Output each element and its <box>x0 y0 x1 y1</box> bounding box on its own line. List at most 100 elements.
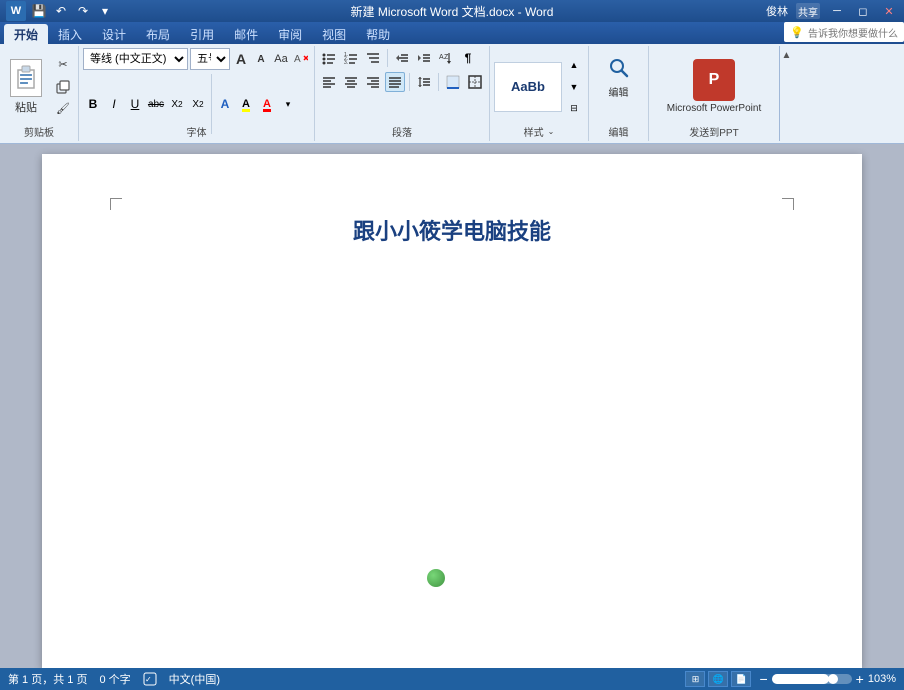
tab-view[interactable]: 视图 <box>312 24 356 44</box>
tab-layout[interactable]: 布局 <box>136 24 180 44</box>
word-count: 0 个字 <box>99 671 130 687</box>
spell-check-icon[interactable]: ✓ <box>143 672 157 686</box>
align-right-btn[interactable] <box>363 72 383 92</box>
undo-quick-btn[interactable]: ↶ <box>52 2 70 20</box>
svg-text:3.: 3. <box>344 60 348 65</box>
paste-icon <box>10 59 42 97</box>
title-bar: W 💾 ↶ ↷ ▾ 新建 Microsoft Word 文档.docx - Wo… <box>0 0 904 22</box>
document-page[interactable]: 跟小小筱学电脑技能 <box>42 154 862 668</box>
borders-btn[interactable] <box>465 72 485 92</box>
ppt-btn[interactable]: P Microsoft PowerPoint <box>667 59 761 114</box>
ppt-label: Microsoft PowerPoint <box>667 103 761 114</box>
strikethrough-btn[interactable]: abc <box>146 94 166 114</box>
zoom-slider[interactable] <box>772 674 852 684</box>
window-title: 新建 Microsoft Word 文档.docx - Word <box>351 3 554 20</box>
justify-btn[interactable] <box>385 72 405 92</box>
user-name: 俊林 <box>766 3 788 19</box>
bold-btn[interactable]: B <box>83 94 103 114</box>
para-divider2 <box>409 73 410 91</box>
word-icon: W <box>6 1 26 21</box>
share-btn[interactable]: 共享 <box>796 3 820 19</box>
styles-expand-icon[interactable]: ⌄ <box>548 127 555 136</box>
clipboard-group: 粘贴 ✂ 🖌 剪贴板 <box>0 46 79 141</box>
tab-help[interactable]: 帮助 <box>356 24 400 44</box>
font-size-select[interactable]: 五号 <box>190 48 230 70</box>
tab-home[interactable]: 开始 <box>4 24 48 44</box>
text-effect-btn[interactable]: A <box>215 94 235 114</box>
clear-format-btn[interactable]: A <box>292 50 310 68</box>
italic-btn[interactable]: I <box>104 94 124 114</box>
styles-more-btn[interactable]: ⊟ <box>564 99 584 119</box>
align-center-btn[interactable] <box>341 72 361 92</box>
read-view-btn[interactable]: 📄 <box>731 671 751 687</box>
zoom-out-btn[interactable]: − <box>759 671 767 687</box>
align-left-btn[interactable] <box>319 72 339 92</box>
font-row1: 等线 (中文正文) 五号 A A Aa A <box>83 48 310 72</box>
grow-font-btn[interactable]: A <box>232 50 250 68</box>
styles-up-btn[interactable]: ▲ <box>564 55 584 75</box>
font-label: 字体 <box>79 124 314 139</box>
font-color-dropdown[interactable]: ▾ <box>278 94 298 114</box>
zoom-in-btn[interactable]: + <box>856 671 864 687</box>
ppt-icon: P <box>709 71 720 89</box>
zoom-slider-thumb <box>828 674 838 684</box>
paste-button[interactable]: 粘贴 <box>4 54 48 120</box>
font-color-btn[interactable]: A <box>257 94 277 114</box>
status-bar: 第 1 页，共 1 页 0 个字 ✓ 中文(中国) ⊞ 🌐 📄 − + 103% <box>0 668 904 690</box>
clipboard-small: ✂ 🖌 <box>52 55 74 119</box>
print-layout-btn[interactable]: ⊞ <box>685 671 705 687</box>
document-title[interactable]: 跟小小筱学电脑技能 <box>112 214 792 246</box>
multilevel-btn[interactable] <box>363 48 383 68</box>
ribbon-tabs: 开始 插入 设计 布局 引用 邮件 审阅 视图 帮助 💡 告诉我你想要做什么 <box>0 22 904 44</box>
copy-button[interactable] <box>52 77 74 97</box>
ask-bar[interactable]: 💡 告诉我你想要做什么 <box>784 22 904 42</box>
tab-references[interactable]: 引用 <box>180 24 224 44</box>
page-content: 跟小小筱学电脑技能 <box>112 214 792 246</box>
editing-label: 编辑 <box>589 124 648 139</box>
increase-indent-btn[interactable] <box>414 48 434 68</box>
format-painter-button[interactable]: 🖌 <box>52 99 74 119</box>
restore-btn[interactable]: ◻ <box>854 4 872 18</box>
margin-indicator-tr <box>782 198 794 210</box>
customize-quick-btn[interactable]: ▾ <box>96 2 114 20</box>
tab-insert[interactable]: 插入 <box>48 24 92 44</box>
show-marks-btn[interactable]: ¶ <box>458 48 478 68</box>
numbering-btn[interactable]: 1.2.3. <box>341 48 361 68</box>
close-btn[interactable]: ✕ <box>880 4 898 18</box>
zoom-slider-fill <box>772 674 830 684</box>
change-case-btn[interactable]: Aa <box>272 50 290 68</box>
underline-btn[interactable]: U <box>125 94 145 114</box>
highlight-color-btn[interactable]: A <box>236 94 256 114</box>
shading-btn[interactable] <box>443 72 463 92</box>
save-quick-btn[interactable]: 💾 <box>30 2 48 20</box>
sort-btn[interactable]: AZ <box>436 48 456 68</box>
redo-quick-btn[interactable]: ↷ <box>74 2 92 20</box>
minimize-btn[interactable]: ─ <box>828 4 846 18</box>
subscript-btn[interactable]: X2 <box>167 94 187 114</box>
para-divider1 <box>387 49 388 67</box>
ppt-group: P Microsoft PowerPoint 发送到PPT <box>649 46 779 141</box>
web-view-btn[interactable]: 🌐 <box>708 671 728 687</box>
font-family-select[interactable]: 等线 (中文正文) <box>83 48 188 70</box>
cut-button[interactable]: ✂ <box>52 55 74 75</box>
bullets-btn[interactable] <box>319 48 339 68</box>
tab-design[interactable]: 设计 <box>92 24 136 44</box>
cursor-indicator <box>427 569 445 587</box>
find-btn[interactable]: 编辑 <box>603 52 635 99</box>
decrease-indent-btn[interactable] <box>392 48 412 68</box>
doc-area: 跟小小筱学电脑技能 <box>0 144 904 668</box>
para-divider3 <box>438 73 439 91</box>
styles-label: 样式 <box>524 124 544 139</box>
tab-mailings[interactable]: 邮件 <box>224 24 268 44</box>
ribbon-collapse-btn[interactable]: ▲ <box>779 46 793 141</box>
clipboard-label: 剪贴板 <box>0 124 78 139</box>
shrink-font-btn[interactable]: A <box>252 50 270 68</box>
line-spacing-btn[interactable] <box>414 72 434 92</box>
superscript-btn[interactable]: X2 <box>188 94 208 114</box>
styles-down-btn[interactable]: ▼ <box>564 77 584 97</box>
title-left: W 💾 ↶ ↷ ▾ <box>6 1 114 21</box>
styles-box[interactable]: AaBb <box>494 62 562 112</box>
paragraph-label: 段落 <box>315 124 489 139</box>
tab-review[interactable]: 审阅 <box>268 24 312 44</box>
para-row2 <box>319 72 485 94</box>
